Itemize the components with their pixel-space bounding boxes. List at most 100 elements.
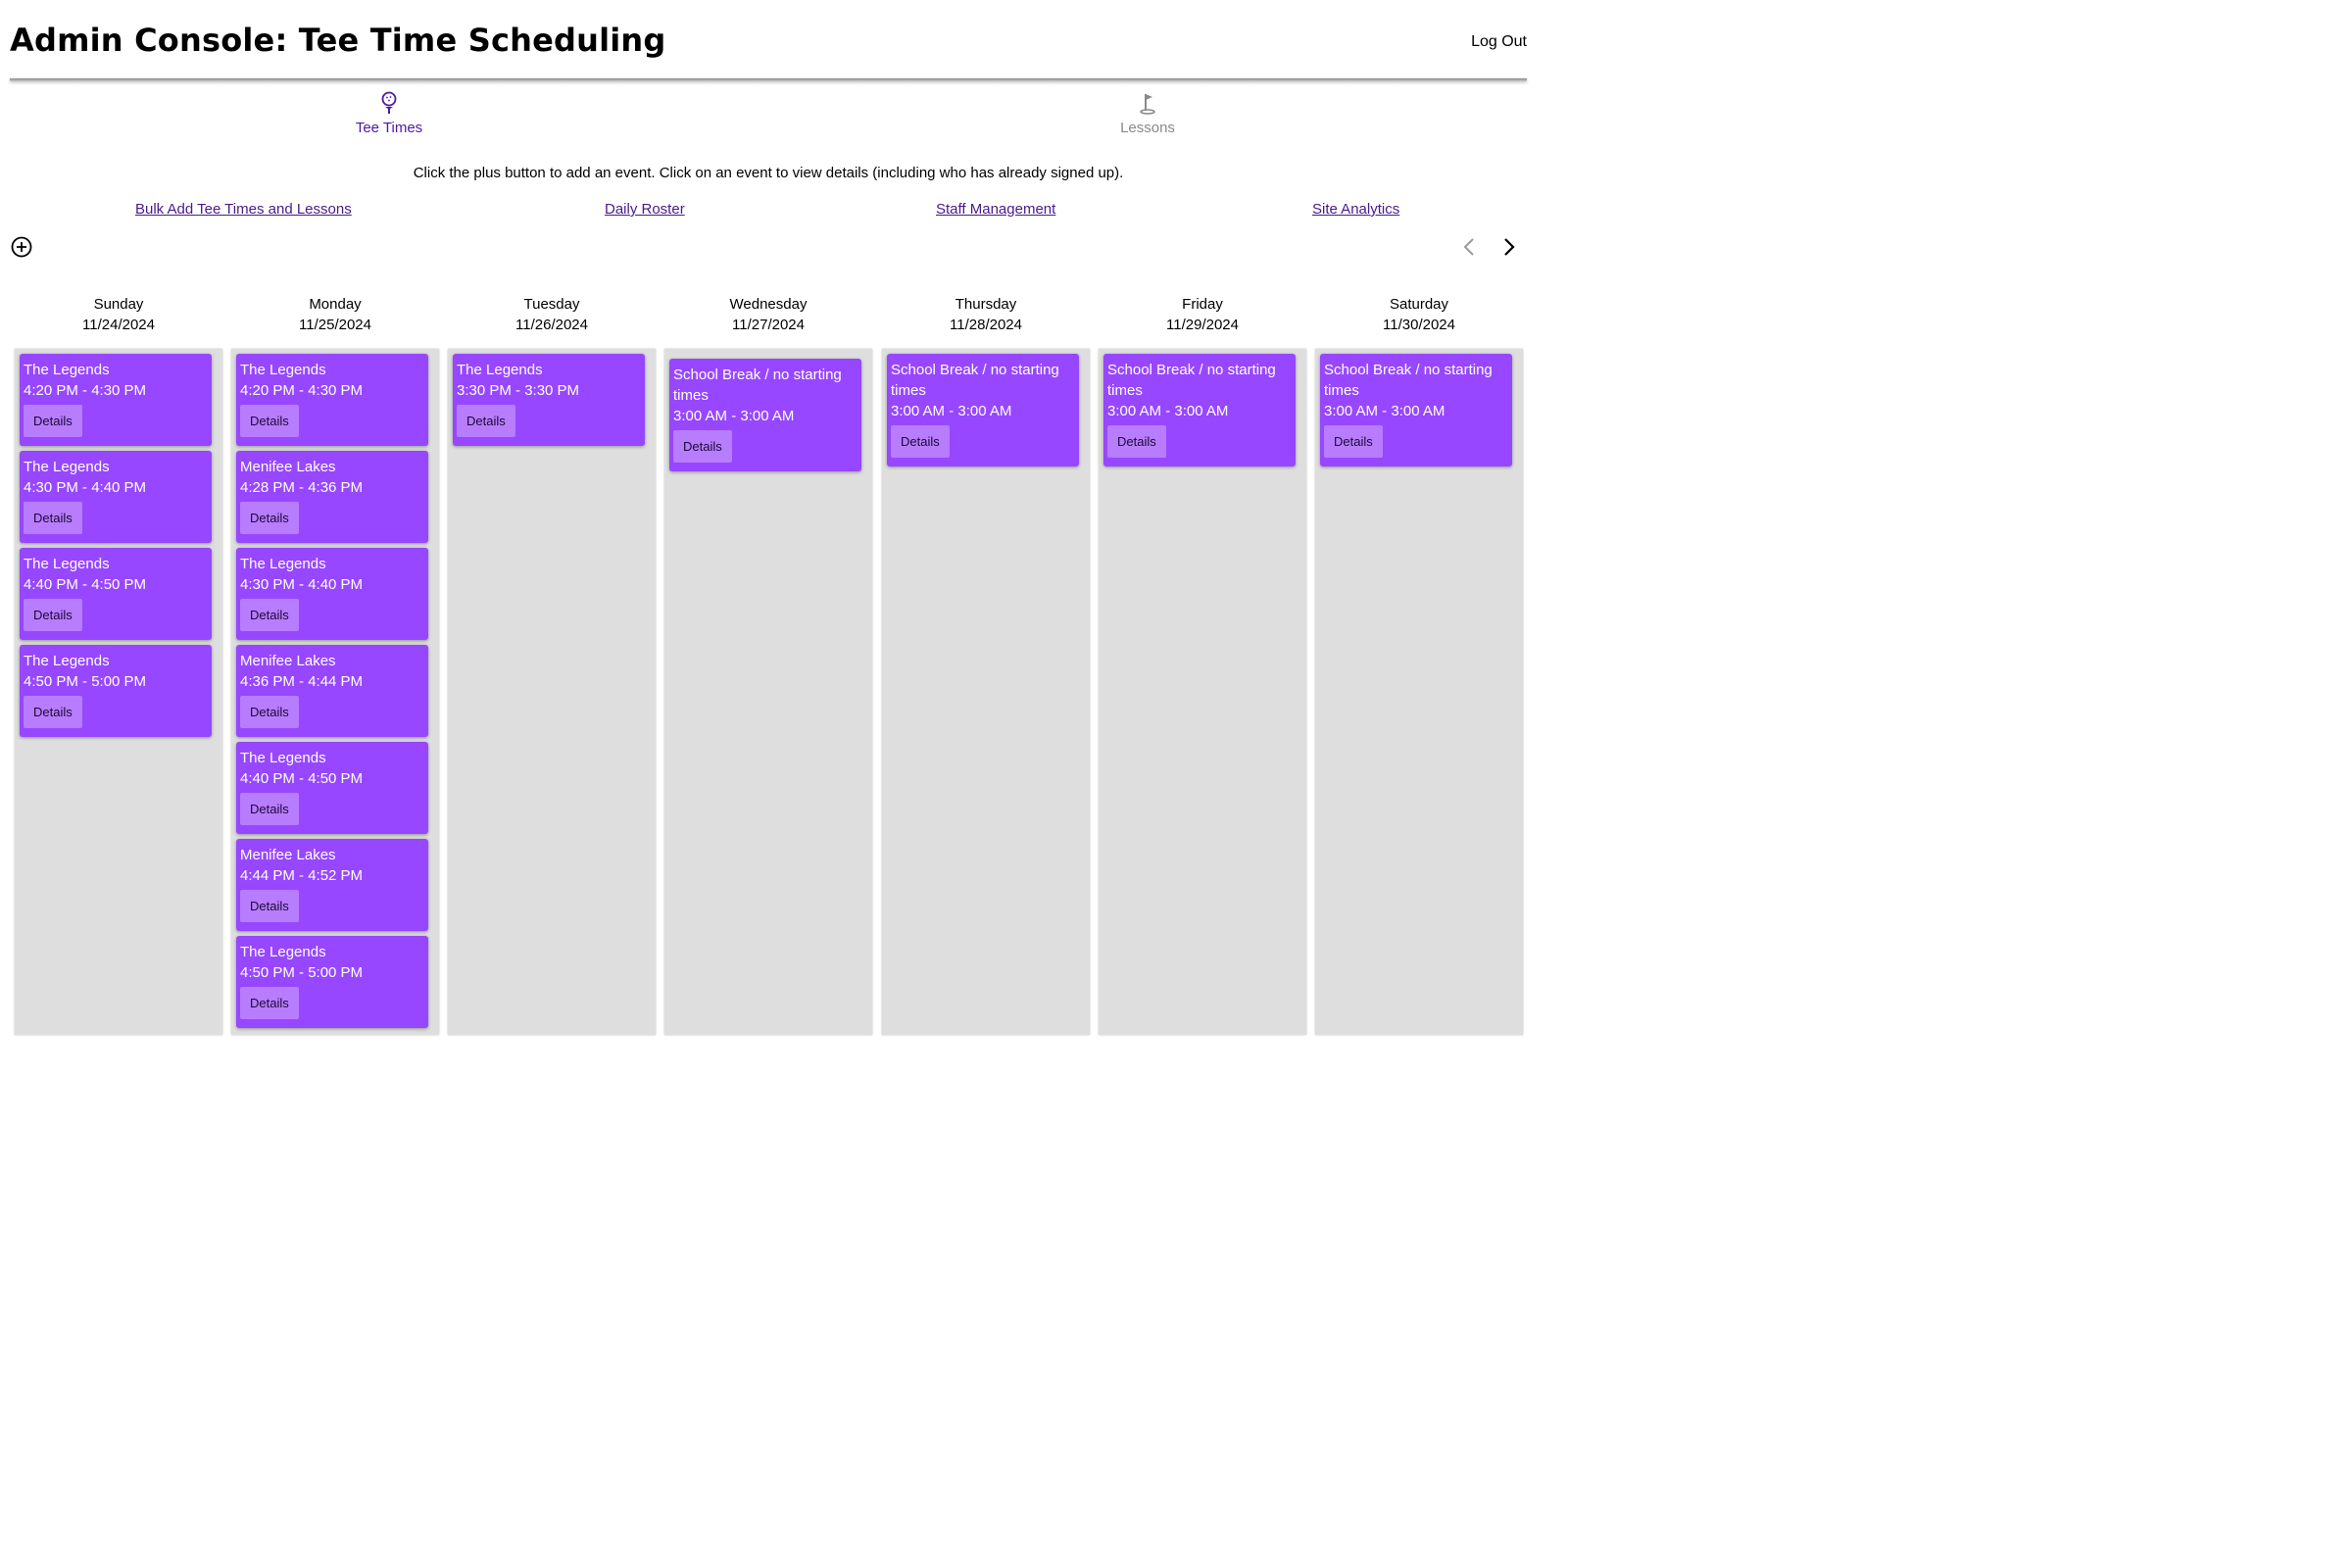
day-header-tuesday: Tuesday 11/26/2024 [448, 294, 656, 335]
tab-tee-times-label: Tee Times [355, 120, 423, 136]
previous-week-button[interactable] [1458, 235, 1482, 259]
event-time: 4:28 PM - 4:36 PM [240, 479, 364, 496]
golf-ball-on-tee-icon [379, 90, 399, 116]
event-card[interactable]: The Legends 4:40 PM - 4:50 PM Details [20, 548, 212, 640]
plus-circle-icon [11, 236, 32, 258]
next-week-button[interactable] [1497, 235, 1521, 259]
site-analytics-link[interactable]: Site Analytics [1312, 201, 1399, 218]
event-title: Menifee Lakes [240, 653, 336, 669]
details-button[interactable]: Details [24, 599, 82, 631]
add-event-button[interactable] [11, 236, 32, 258]
day-date: 11/26/2024 [515, 317, 588, 333]
day-column-thursday: School Break / no starting times 3:00 AM … [882, 349, 1090, 1035]
event-time: 3:00 AM - 3:00 AM [891, 403, 1012, 419]
event-card[interactable]: The Legends 4:40 PM - 4:50 PM Details [236, 742, 428, 834]
event-title: The Legends [457, 362, 543, 378]
instructions-text: Click the plus button to add an event. C… [413, 165, 1124, 181]
event-time: 3:00 AM - 3:00 AM [673, 408, 795, 424]
event-time: 3:30 PM - 3:30 PM [457, 382, 580, 399]
details-button[interactable]: Details [24, 502, 82, 534]
event-time: 3:00 AM - 3:00 AM [1324, 403, 1446, 419]
details-button[interactable]: Details [240, 405, 299, 437]
chevron-right-icon [1504, 238, 1515, 256]
details-button[interactable]: Details [24, 696, 82, 728]
event-card[interactable]: School Break / no starting times 3:00 AM … [1320, 354, 1512, 466]
day-column-sunday: The Legends 4:20 PM - 4:30 PM Details The L… [15, 349, 222, 1035]
details-button[interactable]: Details [673, 430, 732, 463]
chevron-left-icon [1463, 238, 1474, 256]
page-header: Admin Console: Tee Time Scheduling Log O… [0, 0, 1537, 82]
event-title: The Legends [240, 556, 326, 572]
event-title: The Legends [24, 362, 110, 378]
event-card[interactable]: The Legends 4:30 PM - 4:40 PM Details [20, 451, 212, 543]
event-card[interactable]: School Break / no starting times 3:00 AM … [1103, 354, 1296, 466]
details-button[interactable]: Details [891, 425, 950, 458]
tab-tee-times[interactable]: Tee Times [10, 82, 768, 145]
event-card[interactable]: The Legends 4:50 PM - 5:00 PM Details [20, 645, 212, 737]
day-header-wednesday: Wednesday 11/27/2024 [664, 294, 872, 335]
day-column-wednesday: School Break / no starting times 3:00 AM … [664, 349, 872, 1035]
details-button[interactable]: Details [240, 987, 299, 1019]
event-card[interactable]: The Legends 4:20 PM - 4:30 PM Details [20, 354, 212, 446]
details-button[interactable]: Details [240, 599, 299, 631]
details-button[interactable]: Details [1324, 425, 1383, 458]
event-time: 4:20 PM - 4:30 PM [240, 382, 364, 399]
bulk-add-link[interactable]: Bulk Add Tee Times and Lessons [135, 201, 352, 218]
golf-flag-icon [1138, 90, 1157, 116]
event-card[interactable]: School Break / no starting times 3:00 AM … [669, 359, 861, 471]
event-card[interactable]: Menifee Lakes 4:28 PM - 4:36 PM Details [236, 451, 428, 543]
day-header-saturday: Saturday 11/30/2024 [1315, 294, 1523, 335]
details-button[interactable]: Details [240, 502, 299, 534]
day-header-thursday: Thursday 11/28/2024 [882, 294, 1090, 335]
day-column-monday: The Legends 4:20 PM - 4:30 PM Details Menif… [231, 349, 439, 1035]
event-title: Menifee Lakes [240, 459, 336, 475]
details-button[interactable]: Details [24, 405, 82, 437]
day-column-saturday: School Break / no starting times 3:00 AM … [1315, 349, 1523, 1035]
header-divider [10, 78, 1527, 81]
day-name: Sunday [93, 296, 144, 313]
event-title: Menifee Lakes [240, 847, 336, 863]
day-header-monday: Monday 11/25/2024 [231, 294, 439, 335]
event-time: 4:40 PM - 4:50 PM [24, 576, 147, 593]
details-button[interactable]: Details [457, 405, 515, 437]
event-time: 4:40 PM - 4:50 PM [240, 770, 364, 787]
event-title: School Break / no starting times [891, 362, 1059, 399]
details-button[interactable]: Details [240, 696, 299, 728]
event-card[interactable]: Menifee Lakes 4:44 PM - 4:52 PM Details [236, 839, 428, 931]
page-title: Admin Console: Tee Time Scheduling [10, 22, 666, 59]
event-title: The Legends [240, 362, 326, 378]
event-time: 4:20 PM - 4:30 PM [24, 382, 147, 399]
tab-lessons[interactable]: Lessons [768, 82, 1527, 145]
day-name: Saturday [1389, 296, 1449, 313]
daily-roster-link[interactable]: Daily Roster [605, 201, 685, 218]
event-card[interactable]: The Legends 4:50 PM - 5:00 PM Details [236, 936, 428, 1028]
day-name: Tuesday [523, 296, 580, 313]
details-button[interactable]: Details [240, 890, 299, 922]
logout-button[interactable]: Log Out [1471, 33, 1527, 51]
event-card[interactable]: The Legends 4:30 PM - 4:40 PM Details [236, 548, 428, 640]
details-button[interactable]: Details [1107, 425, 1166, 458]
day-header-friday: Friday 11/29/2024 [1099, 294, 1306, 335]
day-column-tuesday: The Legends 3:30 PM - 3:30 PM Details [448, 349, 656, 1035]
day-name: Thursday [955, 296, 1017, 313]
event-title: The Legends [240, 750, 326, 766]
day-header-sunday: Sunday 11/24/2024 [15, 294, 222, 335]
event-time: 4:50 PM - 5:00 PM [240, 964, 364, 981]
day-date: 11/30/2024 [1383, 317, 1455, 333]
event-card[interactable]: School Break / no starting times 3:00 AM … [887, 354, 1079, 466]
event-title: The Legends [24, 653, 110, 669]
event-card[interactable]: The Legends 3:30 PM - 3:30 PM Details [453, 354, 645, 446]
event-title: School Break / no starting times [673, 367, 842, 404]
event-title: School Break / no starting times [1107, 362, 1276, 399]
staff-management-link[interactable]: Staff Management [936, 201, 1055, 218]
details-button[interactable]: Details [240, 793, 299, 825]
tab-bar: Tee Times Lessons [10, 82, 1527, 145]
event-time: 3:00 AM - 3:00 AM [1107, 403, 1229, 419]
day-date: 11/29/2024 [1166, 317, 1239, 333]
day-date: 11/25/2024 [299, 317, 371, 333]
event-title: The Legends [24, 459, 110, 475]
event-card[interactable]: Menifee Lakes 4:36 PM - 4:44 PM Details [236, 645, 428, 737]
event-card[interactable]: The Legends 4:20 PM - 4:30 PM Details [236, 354, 428, 446]
day-name: Monday [309, 296, 362, 313]
day-name: Wednesday [729, 296, 808, 313]
